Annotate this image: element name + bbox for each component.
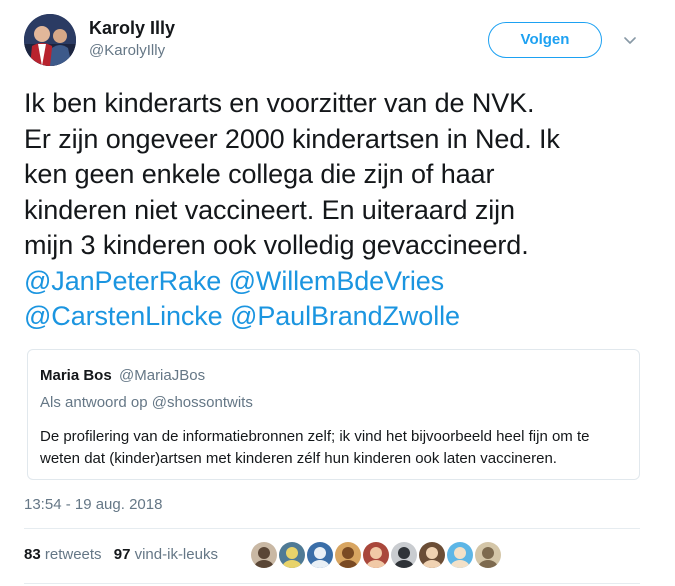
retweets-count: 83 [24, 546, 41, 563]
author-handle[interactable]: @KarolyIlly [89, 42, 165, 59]
chevron-down-icon[interactable] [622, 32, 638, 48]
tweet-text: Ik ben kinderarts en voorzitter van de N… [24, 86, 654, 335]
mention-link[interactable]: @JanPeterRake [24, 266, 221, 296]
likes-stat[interactable]: 97 vind-ik-leuks [114, 546, 218, 563]
follow-button[interactable]: Volgen [488, 22, 602, 58]
divider [24, 528, 640, 529]
likes-label: vind-ik-leuks [134, 546, 218, 563]
mention-line: @CarstenLincke @PaulBrandZwolle [24, 299, 654, 335]
tweet-stats: 83 retweets 97 vind-ik-leuks [24, 546, 226, 563]
likes-count: 97 [113, 546, 131, 563]
author-avatar[interactable] [24, 14, 76, 66]
quoted-text: De profilering van de informatiebronnen … [40, 426, 630, 470]
tweet-text-line: ken geen enkele collega die zijn of haar [24, 159, 495, 189]
liker-avatar-2[interactable] [278, 541, 306, 569]
author-name[interactable]: Karoly Illy [89, 18, 175, 39]
tweet-text-line: Ik ben kinderarts en voorzitter van de N… [24, 88, 535, 118]
retweets-label: retweets [44, 546, 102, 563]
liker-avatar-8[interactable] [446, 541, 474, 569]
tweet: Karoly Illy @KarolyIlly Volgen Ik ben ki… [0, 0, 675, 586]
quoted-reply-context: Als antwoord op @shossontwits [40, 394, 253, 411]
tweet-timestamp[interactable]: 13:54 - 19 aug. 2018 [24, 496, 162, 513]
liker-avatar-9[interactable] [474, 541, 502, 569]
divider [24, 583, 640, 584]
quoted-tweet[interactable]: Maria Bos @MariaJBos Als antwoord op @sh… [27, 349, 640, 480]
mention-link[interactable]: @CarstenLincke [24, 301, 223, 331]
liker-avatar-3[interactable] [306, 541, 334, 569]
quoted-text-line: weten dat (kinder)artsen met kinderen zé… [40, 450, 557, 467]
avatar-image [24, 14, 76, 66]
tweet-text-line: mijn 3 kinderen ook volledig gevaccineer… [24, 230, 529, 260]
mention-link[interactable]: @PaulBrandZwolle [230, 301, 460, 331]
liker-avatar-6[interactable] [390, 541, 418, 569]
quoted-text-line: De profilering van de informatiebronnen … [40, 428, 590, 445]
liker-avatar-4[interactable] [334, 541, 362, 569]
tweet-text-line: kinderen niet vaccineert. En uiteraard z… [24, 194, 515, 225]
mention-link[interactable]: @WillemBdeVries [229, 266, 445, 296]
quoted-author-handle: @MariaJBos [119, 367, 206, 384]
liker-avatar-7[interactable] [418, 541, 446, 569]
liker-avatar-1[interactable] [250, 541, 278, 569]
tweet-text-line: Er zijn ongeveer 2000 kinderartsen in Ne… [24, 123, 560, 154]
quoted-author-name: Maria Bos [40, 367, 112, 384]
liker-avatar-5[interactable] [362, 541, 390, 569]
retweets-stat[interactable]: 83 retweets [24, 546, 102, 563]
mention-line: @JanPeterRake @WillemBdeVries [24, 264, 654, 300]
